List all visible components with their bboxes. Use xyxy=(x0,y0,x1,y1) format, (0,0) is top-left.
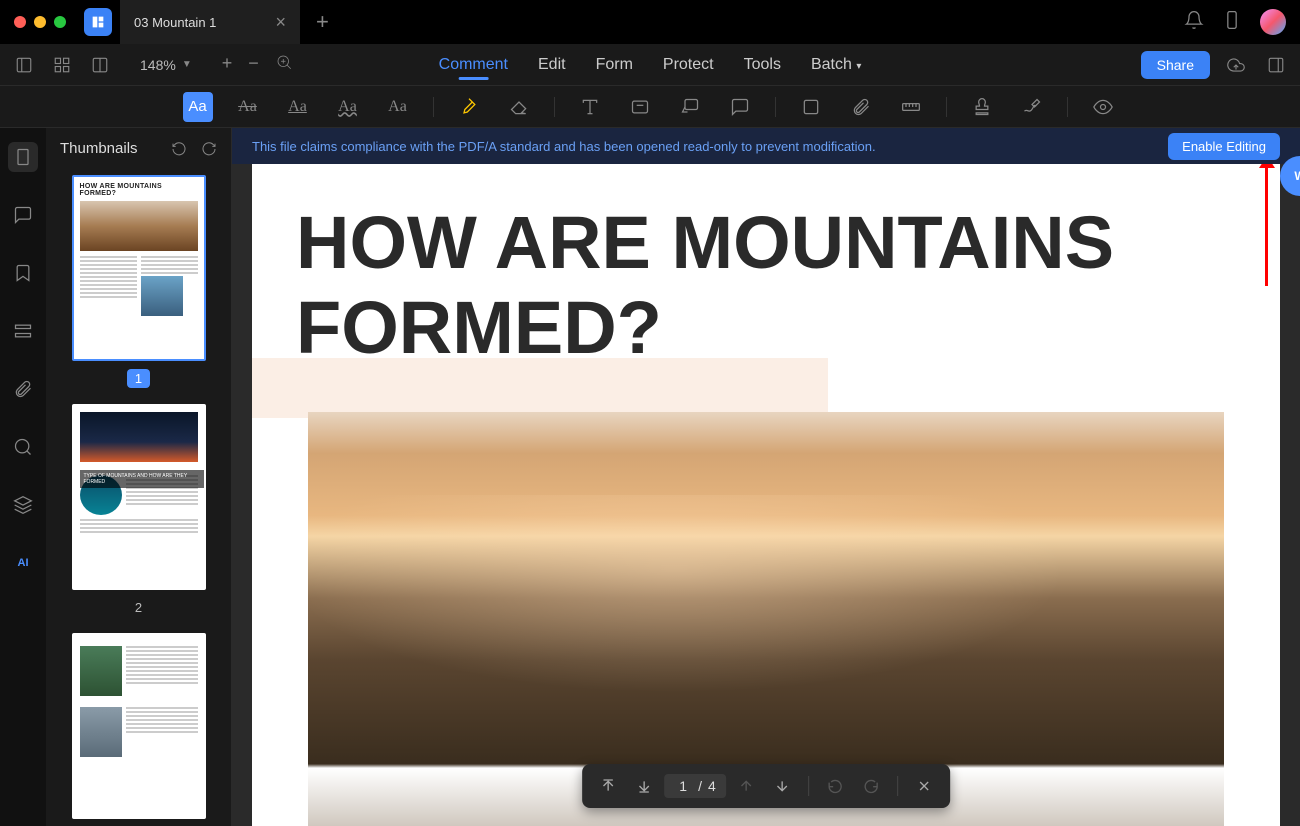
hide-comments-icon[interactable] xyxy=(1088,92,1118,122)
caret-tool[interactable]: Aa xyxy=(383,92,413,122)
chevron-down-icon: ▼ xyxy=(182,59,192,70)
highlight-text-tool[interactable]: Aa xyxy=(183,92,213,122)
zoom-level[interactable]: 148% ▼ xyxy=(140,57,192,73)
underline-tool[interactable]: Aa xyxy=(283,92,313,122)
device-icon[interactable] xyxy=(1222,10,1242,35)
window-minimize-icon[interactable] xyxy=(34,16,46,28)
eraser-tool[interactable] xyxy=(504,92,534,122)
pdfa-banner: This file claims compliance with the PDF… xyxy=(232,128,1300,164)
tab-close-icon[interactable]: × xyxy=(275,12,286,33)
cloud-upload-icon[interactable] xyxy=(1222,51,1250,79)
callout-tool[interactable] xyxy=(675,92,705,122)
tab-title: 03 Mountain 1 xyxy=(134,15,216,30)
next-page-button[interactable] xyxy=(766,770,798,802)
current-page-input[interactable] xyxy=(674,778,692,794)
note-tool[interactable] xyxy=(725,92,755,122)
fit-screen-icon[interactable] xyxy=(275,53,293,76)
redo-button[interactable] xyxy=(855,770,887,802)
fields-icon[interactable] xyxy=(8,316,38,346)
textbox-tool[interactable] xyxy=(625,92,655,122)
rotate-right-icon[interactable] xyxy=(201,141,217,157)
undo-button[interactable] xyxy=(819,770,851,802)
panel-right-icon[interactable] xyxy=(1262,51,1290,79)
menu-tabs: Comment Edit Form Protect Tools Batch ▾ xyxy=(439,56,862,74)
thumbnail-page-2[interactable]: TYPE OF MOUNTAINS AND HOW ARE THEY FORME… xyxy=(46,398,231,627)
share-button[interactable]: Share xyxy=(1141,51,1210,79)
titlebar: 03 Mountain 1 × + xyxy=(0,0,1300,44)
traffic-lights xyxy=(14,16,66,28)
first-page-button[interactable] xyxy=(592,770,624,802)
bookmarks-icon[interactable] xyxy=(8,258,38,288)
page-title: HOW ARE MOUNTAINS FORMED? xyxy=(252,164,1280,390)
thumbnails-panel: Thumbnails HOW ARE MOUNTAINS FORMED? 1 T… xyxy=(46,128,232,826)
area-highlight-tool[interactable] xyxy=(454,92,484,122)
scroll-indicator-arrow xyxy=(1265,166,1268,286)
tab-form[interactable]: Form xyxy=(596,56,633,74)
tab-tools[interactable]: Tools xyxy=(744,56,781,74)
page-indicator: / 4 xyxy=(664,774,726,798)
page-nav-bar: / 4 xyxy=(582,764,950,808)
thumbnail-page-3[interactable] xyxy=(46,627,231,826)
attachment-tool[interactable] xyxy=(846,92,876,122)
measure-tool[interactable] xyxy=(896,92,926,122)
layers-icon[interactable] xyxy=(8,490,38,520)
tab-protect[interactable]: Protect xyxy=(663,56,714,74)
thumbnails-icon[interactable] xyxy=(8,142,38,172)
shape-tool[interactable] xyxy=(796,92,826,122)
download-button[interactable] xyxy=(628,770,660,802)
window-close-icon[interactable] xyxy=(14,16,26,28)
app-logo-icon xyxy=(84,8,112,36)
text-tool[interactable] xyxy=(575,92,605,122)
tab-batch[interactable]: Batch ▾ xyxy=(811,56,861,74)
signature-tool[interactable] xyxy=(1017,92,1047,122)
tab-comment[interactable]: Comment xyxy=(439,56,508,74)
bell-icon[interactable] xyxy=(1184,10,1204,35)
strikethrough-tool[interactable]: Aa xyxy=(233,92,263,122)
comment-toolbar: Aa Aa Aa Aa Aa xyxy=(0,86,1300,128)
page-content: HOW ARE MOUNTAINS FORMED? xyxy=(252,164,1280,826)
zoom-out-icon[interactable]: − xyxy=(248,53,259,76)
columns-icon[interactable] xyxy=(86,51,114,79)
user-avatar[interactable] xyxy=(1260,9,1286,35)
left-rail: AI xyxy=(0,128,46,826)
squiggly-tool[interactable]: Aa xyxy=(333,92,363,122)
main-toolbar: 148% ▼ + − Comment Edit Form Protect Too… xyxy=(0,44,1300,86)
search-icon[interactable] xyxy=(8,432,38,462)
rotate-left-icon[interactable] xyxy=(171,141,187,157)
comments-panel-icon[interactable] xyxy=(8,200,38,230)
document-tab[interactable]: 03 Mountain 1 × xyxy=(120,0,300,44)
attachments-icon[interactable] xyxy=(8,374,38,404)
sidebar-toggle-icon[interactable] xyxy=(10,51,38,79)
close-nav-button[interactable] xyxy=(908,770,940,802)
zoom-in-icon[interactable]: + xyxy=(222,53,233,76)
new-tab-button[interactable]: + xyxy=(316,9,329,35)
window-maximize-icon[interactable] xyxy=(54,16,66,28)
tab-edit[interactable]: Edit xyxy=(538,56,566,74)
main-area: AI Thumbnails HOW ARE MOUNTAINS FORMED? … xyxy=(0,128,1300,826)
ai-icon[interactable]: AI xyxy=(8,548,38,578)
thumbnails-title: Thumbnails xyxy=(60,140,138,157)
stamp-tool[interactable] xyxy=(967,92,997,122)
document-view[interactable]: This file claims compliance with the PDF… xyxy=(232,128,1300,826)
enable-editing-button[interactable]: Enable Editing xyxy=(1168,133,1280,160)
prev-page-button[interactable] xyxy=(730,770,762,802)
grid-view-icon[interactable] xyxy=(48,51,76,79)
thumbnail-page-1[interactable]: HOW ARE MOUNTAINS FORMED? 1 xyxy=(46,169,231,398)
